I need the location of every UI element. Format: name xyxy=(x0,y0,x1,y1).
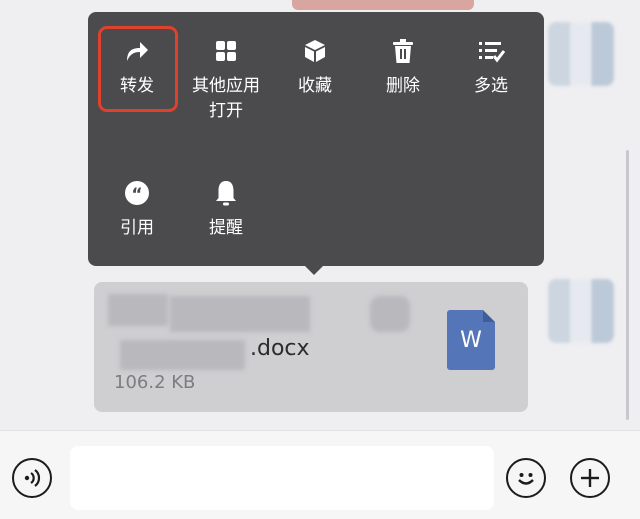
file-name-suffix: .docx xyxy=(250,336,310,361)
menu-item-favorite[interactable]: 收藏 xyxy=(272,36,358,99)
multi-select-icon xyxy=(476,36,506,66)
emoji-icon xyxy=(518,473,534,485)
menu-item-label: 提醒 xyxy=(209,218,243,238)
menu-item-quote[interactable]: “ 引用 xyxy=(94,178,180,241)
menu-pointer xyxy=(305,266,323,275)
blurred-text xyxy=(120,340,245,370)
voice-button[interactable] xyxy=(12,458,52,498)
menu-item-label: 删除 xyxy=(386,76,420,96)
favorite-icon xyxy=(300,36,330,66)
remind-bell-icon xyxy=(211,178,241,208)
menu-item-open-other-app[interactable]: 其他应用 打开 xyxy=(183,36,269,124)
doc-type-letter: W xyxy=(460,327,482,353)
avatar[interactable] xyxy=(548,22,614,86)
other-apps-icon xyxy=(211,36,241,66)
scrollbar[interactable] xyxy=(626,150,629,420)
menu-item-label: 其他应用 打开 xyxy=(192,76,260,121)
quote-icon: “ xyxy=(122,178,152,208)
word-document-icon: W xyxy=(447,310,495,370)
message-input[interactable] xyxy=(70,446,494,510)
svg-text:“: “ xyxy=(131,185,142,205)
more-button[interactable] xyxy=(570,458,610,498)
menu-item-remind[interactable]: 提醒 xyxy=(183,178,269,241)
menu-item-delete[interactable]: 删除 xyxy=(360,36,446,99)
forward-highlight-box xyxy=(98,26,178,112)
blurred-text xyxy=(108,294,168,326)
menu-item-label: 多选 xyxy=(474,76,508,96)
blurred-text xyxy=(370,296,410,332)
menu-item-multi-select[interactable]: 多选 xyxy=(448,36,534,99)
menu-item-label: 引用 xyxy=(120,218,154,238)
previous-message-image[interactable] xyxy=(292,0,474,10)
plus-icon xyxy=(581,469,599,487)
blurred-text xyxy=(170,296,310,332)
emoji-button[interactable] xyxy=(506,458,546,498)
menu-item-label: 收藏 xyxy=(298,76,332,96)
file-size: 106.2 KB xyxy=(114,372,196,393)
avatar[interactable] xyxy=(548,279,614,343)
voice-icon xyxy=(24,469,41,487)
delete-icon xyxy=(388,36,418,66)
